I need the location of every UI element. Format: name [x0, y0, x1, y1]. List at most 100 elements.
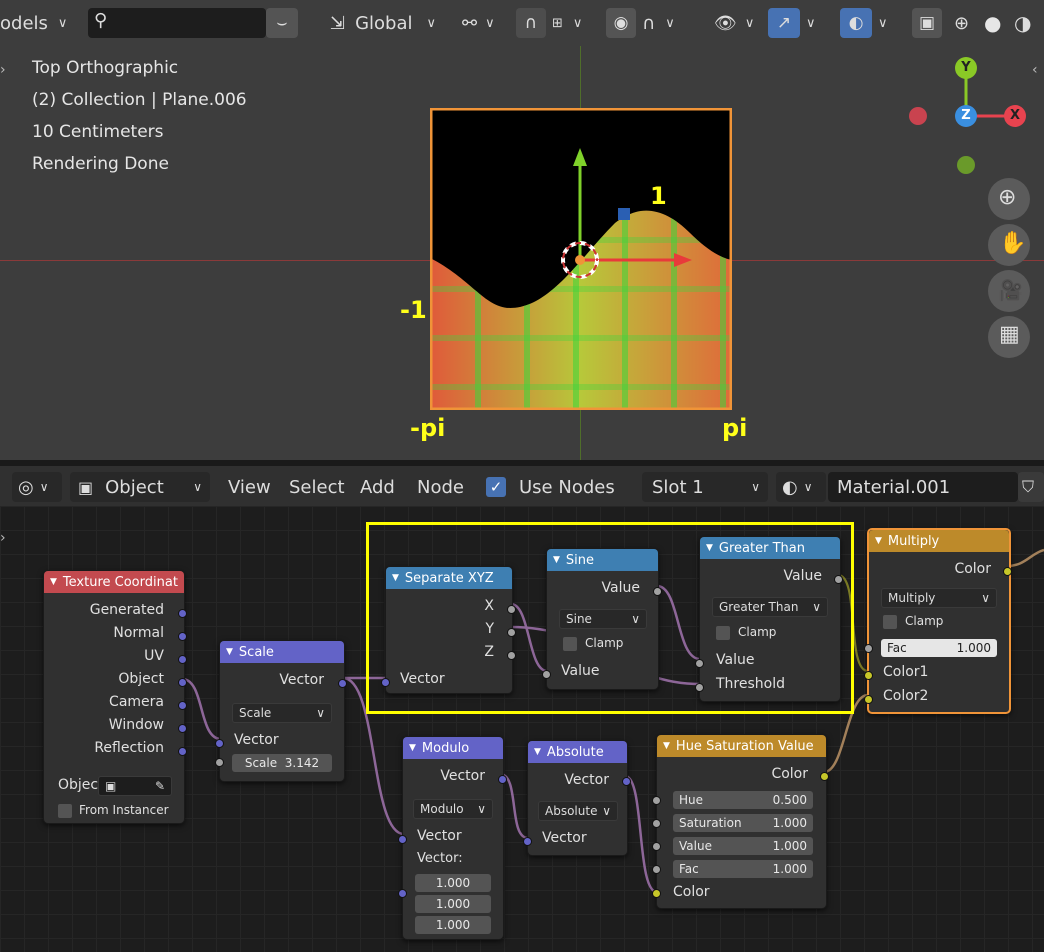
- ortho-toggle-button[interactable]: ▦: [988, 316, 1030, 358]
- gizmo-toggle[interactable]: ↗: [768, 8, 800, 38]
- socket-vector-in[interactable]: [215, 739, 224, 748]
- socket-scale-in[interactable]: [215, 758, 224, 767]
- collapse-triangle-icon[interactable]: ▼: [534, 747, 541, 757]
- socket-uv[interactable]: [178, 655, 187, 664]
- node-multiply[interactable]: ▼ Multiply Color Multiply ∨ Clamp Fac 1.000…: [864, 528, 1012, 714]
- gizmo-z-axis[interactable]: Z: [955, 105, 977, 127]
- socket-color-out[interactable]: [1003, 567, 1012, 576]
- shader-type-dropdown[interactable]: ▣ Object ∨: [70, 472, 210, 502]
- toolbar-expand-arrow[interactable]: ›: [0, 62, 12, 86]
- socket-normal[interactable]: [178, 632, 187, 641]
- collapse-triangle-icon[interactable]: ▼: [392, 573, 399, 583]
- socket-vector-out[interactable]: [338, 679, 347, 688]
- socket-color2-in[interactable]: [864, 695, 873, 704]
- fac-field[interactable]: Fac 1.000: [673, 860, 813, 878]
- fake-user-button[interactable]: ⛉: [1018, 472, 1044, 502]
- material-browse-dropdown[interactable]: ◐ ∨: [776, 472, 826, 502]
- material-name-field[interactable]: Material.001: [828, 472, 1018, 502]
- hue-field[interactable]: Hue 0.500: [673, 791, 813, 809]
- node-header[interactable]: ▼ Sine: [547, 549, 658, 571]
- collapse-triangle-icon[interactable]: ▼: [875, 536, 882, 546]
- socket-reflection[interactable]: [178, 747, 187, 756]
- rendered-plane[interactable]: [430, 108, 732, 410]
- falloff-dropdown[interactable]: ∩ ∨: [642, 8, 688, 38]
- node-sine[interactable]: ▼ Sine Value Sine ∨ Clamp Value: [542, 548, 662, 690]
- socket-color1-in[interactable]: [864, 671, 873, 680]
- node-hue-saturation-value[interactable]: ▼ Hue Saturation Value Color Hue 0.500 Sat…: [652, 734, 829, 909]
- 3d-viewport[interactable]: odels ∨ ⚲ ⌣ ⇲ Global ∨ ⚯ ∨ ∩ ⊞ ∨ ◉ ∩ ∨ 👁 ∨ ↗…: [0, 0, 1044, 460]
- socket-vector-in[interactable]: [381, 678, 390, 687]
- collapse-triangle-icon[interactable]: ▼: [409, 743, 416, 753]
- use-nodes-toggle[interactable]: ✓ Use Nodes: [486, 472, 615, 502]
- socket-value-in[interactable]: [695, 659, 704, 668]
- node-header[interactable]: ▼ Separate XYZ: [386, 567, 512, 589]
- socket-fac-in[interactable]: [864, 644, 873, 653]
- node-header[interactable]: ▼ Multiply: [869, 530, 1009, 552]
- socket-y[interactable]: [507, 628, 516, 637]
- from-instancer-checkbox[interactable]: [58, 804, 72, 818]
- node-header[interactable]: ▼ Absolute: [528, 741, 627, 763]
- gizmo-x-axis[interactable]: X: [1004, 105, 1026, 127]
- scale-field[interactable]: Scale 3.142: [232, 754, 332, 772]
- slot-dropdown[interactable]: Slot 1 ∨: [642, 472, 768, 502]
- socket-value-in[interactable]: [542, 670, 551, 679]
- node-header[interactable]: ▼ Scale: [220, 641, 344, 663]
- vector-y-field[interactable]: 1.000: [415, 895, 491, 913]
- node-modulo[interactable]: ▼ Modulo Vector Modulo ∨ Vector Vector: 1.…: [398, 736, 507, 940]
- gizmo-dropdown[interactable]: ∨: [806, 8, 826, 38]
- socket-threshold-in[interactable]: [695, 683, 704, 692]
- collapse-triangle-icon[interactable]: ▼: [226, 647, 233, 657]
- operation-dropdown[interactable]: Modulo ∨: [413, 799, 493, 819]
- socket-value-out[interactable]: [653, 587, 662, 596]
- gizmo-y-axis[interactable]: Y: [955, 57, 977, 79]
- menu-view[interactable]: View: [228, 472, 271, 502]
- socket-color-out[interactable]: [820, 772, 829, 781]
- object-picker-field[interactable]: ▣ ✎: [98, 776, 172, 796]
- material-shading-button[interactable]: ◑: [1014, 8, 1044, 38]
- overlay-toggle[interactable]: ◐: [840, 8, 872, 38]
- node-scale[interactable]: ▼ Scale Vector Scale ∨ Vector Scale 3.142: [215, 640, 347, 782]
- value-field[interactable]: Value 1.000: [673, 837, 813, 855]
- menu-add[interactable]: Add: [360, 472, 395, 502]
- wireframe-shading-button[interactable]: ⊕: [954, 8, 978, 38]
- socket-vector-out[interactable]: [622, 777, 631, 786]
- camera-view-button[interactable]: 🎥: [988, 270, 1030, 312]
- socket-generated[interactable]: [178, 609, 187, 618]
- socket-value-in[interactable]: [652, 842, 661, 851]
- socket-vector-out[interactable]: [498, 775, 507, 784]
- node-header[interactable]: ▼ Modulo: [403, 737, 503, 759]
- overlay-dropdown[interactable]: ∨: [878, 8, 898, 38]
- proportional-edit-toggle[interactable]: ◉: [606, 8, 636, 38]
- socket-vector2-in[interactable]: [398, 889, 407, 898]
- socket-window[interactable]: [178, 724, 187, 733]
- menu-select[interactable]: Select: [289, 472, 345, 502]
- socket-z[interactable]: [507, 651, 516, 660]
- operation-dropdown[interactable]: Scale ∨: [232, 703, 332, 723]
- node-separate-xyz[interactable]: ▼ Separate XYZ X Y Z Vector: [381, 566, 516, 694]
- snap-dropdown[interactable]: ⊞ ∨: [552, 8, 598, 38]
- xray-toggle[interactable]: ▣: [912, 8, 942, 38]
- socket-camera[interactable]: [178, 701, 187, 710]
- orientation-dropdown[interactable]: ⇲ Global ∨: [330, 8, 450, 38]
- socket-saturation-in[interactable]: [652, 819, 661, 828]
- pan-button[interactable]: ✋: [988, 224, 1030, 266]
- collapse-triangle-icon[interactable]: ▼: [706, 543, 713, 553]
- search-input[interactable]: ⚲: [88, 8, 266, 38]
- node-greater-than[interactable]: ▼ Greater Than Value Greater Than ∨ Clamp …: [695, 536, 843, 702]
- socket-fac-in[interactable]: [652, 865, 661, 874]
- clamp-checkbox[interactable]: [716, 626, 730, 640]
- eyedropper-icon[interactable]: ✎: [155, 779, 165, 793]
- clamp-checkbox[interactable]: [563, 637, 577, 651]
- snap-toggle[interactable]: ∩: [516, 8, 546, 38]
- socket-hue-in[interactable]: [652, 796, 661, 805]
- collapse-triangle-icon[interactable]: ▼: [553, 555, 560, 565]
- node-header[interactable]: ▼ Hue Saturation Value: [657, 735, 826, 757]
- editor-type-dropdown[interactable]: ◎ ∨: [12, 472, 62, 502]
- visibility-dropdown[interactable]: 👁 ∨: [714, 8, 758, 38]
- fac-field[interactable]: Fac 1.000: [881, 639, 997, 657]
- solid-shading-button[interactable]: ●: [984, 8, 1008, 38]
- pivot-dropdown[interactable]: ⚯ ∨: [462, 8, 510, 38]
- node-header[interactable]: ▼ Greater Than: [700, 537, 840, 559]
- saturation-field[interactable]: Saturation 1.000: [673, 814, 813, 832]
- socket-x[interactable]: [507, 605, 516, 614]
